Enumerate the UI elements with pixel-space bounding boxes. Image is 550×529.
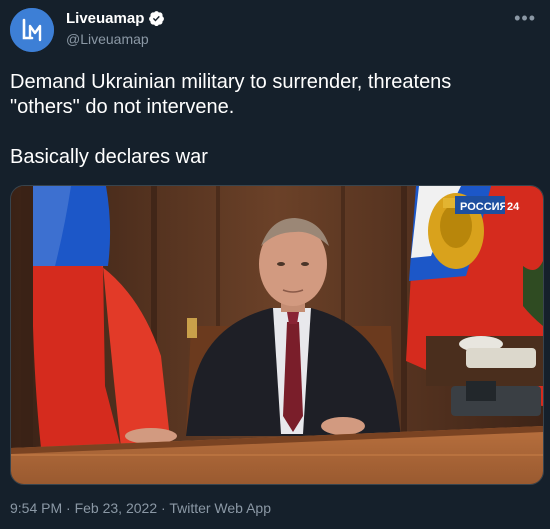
video-still-image: РОССИЯ 24 [11, 186, 543, 484]
tweet-text: Demand Ukrainian military to surrender, … [10, 70, 530, 170]
broadcaster-logo-text: РОССИЯ [460, 201, 508, 213]
more-options-icon[interactable]: ••• [514, 8, 536, 29]
liveuamap-logo-icon [10, 8, 54, 52]
tweet-source[interactable]: Twitter Web App [169, 500, 271, 516]
meta-separator: · [66, 500, 71, 516]
tweet-text-line: "others" do not intervene. [10, 96, 235, 118]
tweet-text-line: Basically declares war [10, 146, 208, 168]
meta-separator: · [161, 500, 166, 516]
verified-badge-icon [149, 11, 165, 27]
tweet-meta: 9:54 PM · Feb 23, 2022 · Twitter Web App [10, 500, 271, 516]
avatar[interactable] [10, 8, 54, 52]
author-display-name[interactable]: Liveuamap [66, 10, 144, 27]
broadcaster-logo-number: 24 [507, 201, 520, 213]
tweet-date[interactable]: Feb 23, 2022 [75, 500, 158, 516]
tweet-text-line: Demand Ukrainian military to surrender, … [10, 71, 452, 93]
author-handle[interactable]: @Liveuamap [66, 31, 149, 47]
author-name-row[interactable]: Liveuamap [66, 10, 165, 27]
tweet-time[interactable]: 9:54 PM [10, 500, 62, 516]
tweet-media-image[interactable]: РОССИЯ 24 [10, 185, 544, 485]
tweet-card: Liveuamap @Liveuamap ••• Demand Ukrainia… [0, 0, 550, 529]
